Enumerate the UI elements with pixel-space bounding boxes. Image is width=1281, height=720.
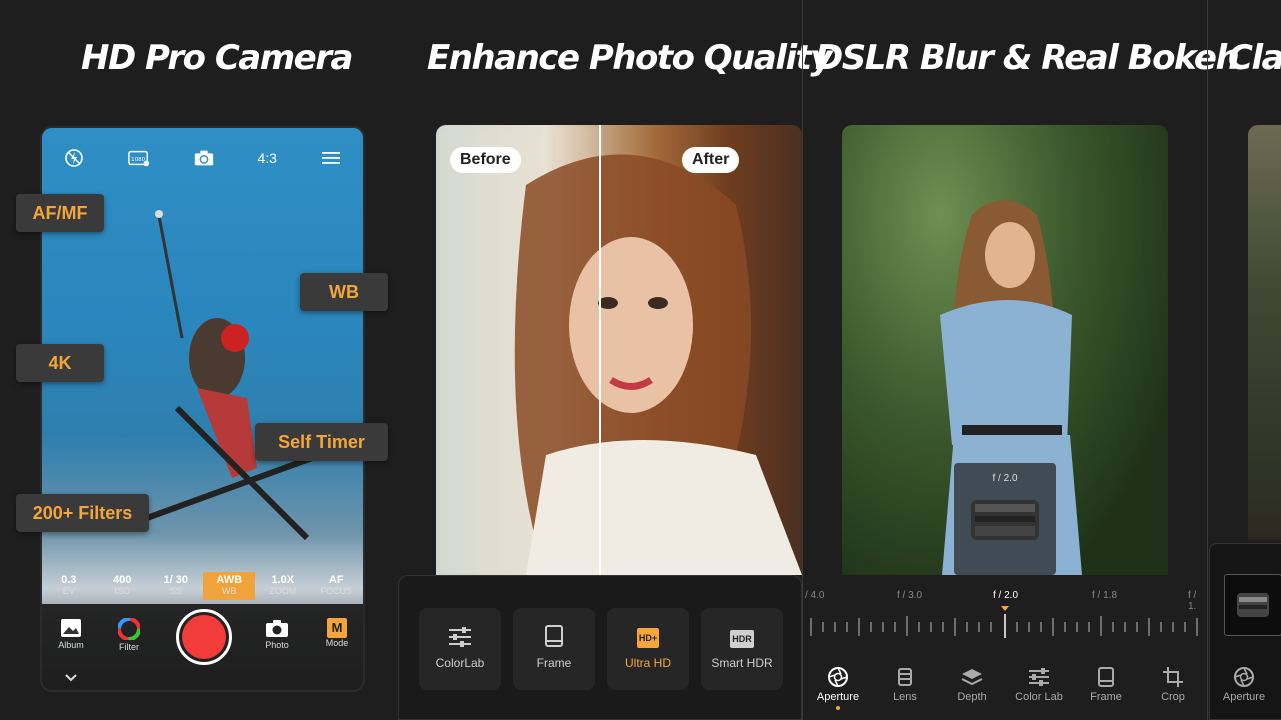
param-ev[interactable]: 0.3 EV xyxy=(43,572,95,600)
tab-color-lab[interactable]: Color Lab xyxy=(1008,666,1070,703)
bokeh-tabs: Aperture Lens Depth Color Lab Frame Crop xyxy=(803,660,1207,720)
album-button[interactable]: Album xyxy=(46,618,96,650)
switch-camera-icon[interactable] xyxy=(193,149,215,167)
svg-text:1080: 1080 xyxy=(131,157,145,163)
flash-off-icon[interactable] xyxy=(63,149,85,167)
ruler-label: f / 1.8 xyxy=(1092,590,1118,601)
frame-tool[interactable]: Frame xyxy=(513,608,595,690)
self-timer-badge: Self Timer xyxy=(255,423,388,461)
mode-badge: M xyxy=(327,618,347,638)
filter-button[interactable]: Filter xyxy=(104,617,154,652)
shutter-button[interactable] xyxy=(176,609,232,665)
panel4-photo xyxy=(1248,125,1281,540)
frame-icon xyxy=(545,625,563,647)
lens-thumbnail[interactable] xyxy=(1224,574,1281,636)
afmf-badge: AF/MF xyxy=(16,194,104,232)
param-wb[interactable]: AWB WB xyxy=(203,572,256,600)
photo-mode-button[interactable]: Photo xyxy=(252,618,302,650)
camera-params: 0.3 EV 400 ISO 1/ 30 SS AWB WB 1.0X ZOOM AF FO… xyxy=(42,572,363,600)
portrait-photo xyxy=(514,154,802,575)
panel4-title: Clas xyxy=(1228,38,1281,78)
colorlab-tool[interactable]: ColorLab xyxy=(419,608,501,690)
sliders-icon xyxy=(1029,668,1049,686)
enhance-toolbar: ColorLab Frame HD+ Ultra HD HDR Smart HD… xyxy=(398,575,802,720)
aperture-icon xyxy=(1234,667,1254,687)
wb-badge: WB xyxy=(300,273,388,311)
camera-icon xyxy=(266,620,288,637)
chevron-down-icon[interactable] xyxy=(64,670,78,686)
after-label: After xyxy=(682,147,740,173)
camera-bottom-bar: Album Filter Photo M Mode xyxy=(42,604,363,690)
panel4-tab-aperture[interactable]: Aperture xyxy=(1213,666,1275,703)
tab-frame[interactable]: Frame xyxy=(1075,666,1137,703)
tab-lens[interactable]: Lens xyxy=(874,666,936,703)
aperture-slider[interactable]: / 4.0 f / 3.0 f / 2.0 f / 1.8 f / 1. xyxy=(803,576,1207,660)
panel2-title: Enhance Photo Quality xyxy=(427,38,833,78)
hd-plus-icon: HD+ xyxy=(637,628,659,648)
crop-icon xyxy=(1163,667,1183,687)
aspect-ratio-button[interactable]: 4:3 xyxy=(257,150,276,166)
before-label: Before xyxy=(450,147,521,173)
param-zoom[interactable]: 1.0X ZOOM xyxy=(257,572,309,600)
layers-icon xyxy=(961,669,983,686)
lens-icon xyxy=(898,668,912,686)
panel3-title: DSLR Blur & Real Bokeh xyxy=(815,38,1240,78)
tab-depth[interactable]: Depth xyxy=(941,666,1003,703)
ruler-label-active: f / 2.0 xyxy=(993,590,1019,601)
before-after-photo[interactable]: Before After xyxy=(436,125,802,575)
mode-button[interactable]: M Mode xyxy=(312,618,362,648)
ultra-hd-tool[interactable]: HD+ Ultra HD xyxy=(607,608,689,690)
param-focus[interactable]: AF FOCUS xyxy=(310,572,362,600)
ruler-ticks xyxy=(810,606,1198,638)
divider xyxy=(1207,0,1208,720)
aperture-icon xyxy=(828,667,848,687)
4k-badge: 4K xyxy=(16,344,104,382)
camera-top-bar: 1080 4:3 xyxy=(42,146,363,170)
smart-hdr-tool[interactable]: HDR Smart HDR xyxy=(701,608,783,690)
ruler-label: / 4.0 xyxy=(805,590,825,601)
lens-icon xyxy=(1237,593,1269,617)
frame-icon xyxy=(1098,667,1114,687)
ruler-label: f / 3.0 xyxy=(897,590,923,601)
tab-crop[interactable]: Crop xyxy=(1142,666,1204,703)
panel1-title: HD Pro Camera xyxy=(81,38,353,78)
tab-aperture[interactable]: Aperture xyxy=(807,666,869,710)
filters-badge: 200+ Filters xyxy=(16,494,149,532)
resolution-1080-icon[interactable]: 1080 xyxy=(128,149,150,167)
skier-photo xyxy=(145,210,314,541)
aperture-indicator: f / 2.0 xyxy=(954,463,1056,575)
aperture-value: f / 2.0 xyxy=(992,473,1018,484)
param-shutter-speed[interactable]: 1/ 30 SS xyxy=(150,572,202,600)
hdr-icon: HDR xyxy=(730,630,754,648)
album-icon xyxy=(61,619,81,637)
comparison-divider[interactable] xyxy=(599,125,601,575)
lens-icon xyxy=(971,500,1039,540)
active-dot xyxy=(836,706,840,710)
menu-icon[interactable] xyxy=(320,149,342,167)
param-iso[interactable]: 400 ISO xyxy=(96,572,148,600)
filter-icon xyxy=(117,617,141,641)
sliders-icon xyxy=(449,627,471,647)
